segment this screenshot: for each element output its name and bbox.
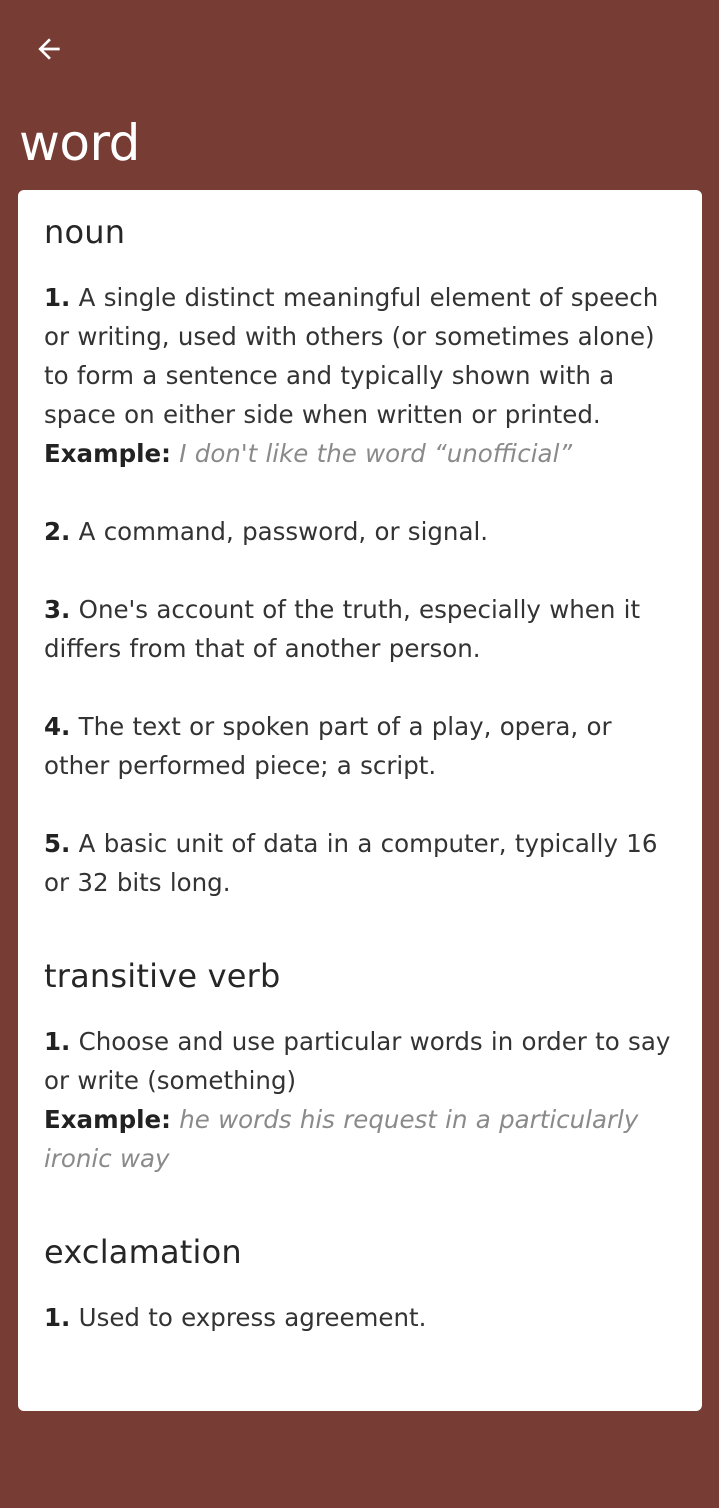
definition-item: 1. A single distinct meaningful element … (44, 278, 676, 473)
example-label: Example: (44, 1105, 171, 1134)
back-button[interactable] (26, 26, 72, 72)
section-exclamation: exclamation 1. Used to express agreement… (44, 1226, 676, 1337)
example-text: I don't like the word “unofficial” (179, 439, 573, 468)
section-transitive-verb: transitive verb 1. Choose and use partic… (44, 950, 676, 1178)
definition-number: 5. (44, 829, 71, 858)
definition-number: 1. (44, 1027, 71, 1056)
section-noun: noun 1. A single distinct meaningful ele… (44, 206, 676, 902)
definition-text: A single distinct meaningful element of … (44, 283, 659, 429)
definition-item: 4. The text or spoken part of a play, op… (44, 707, 676, 785)
definition-number: 1. (44, 283, 71, 312)
definition-item: 2. A command, password, or signal. (44, 512, 676, 551)
arrow-left-icon (38, 38, 60, 60)
definition-number: 2. (44, 517, 71, 546)
definition-text: One's account of the truth, especially w… (44, 595, 641, 663)
definition-list: 1. Used to express agreement. (44, 1298, 676, 1337)
definition-item: 1. Choose and use particular words in or… (44, 1022, 676, 1178)
definitions-card: noun 1. A single distinct meaningful ele… (18, 190, 702, 1411)
definition-text: Used to express agreement. (78, 1303, 427, 1332)
definition-item: 3. One's account of the truth, especiall… (44, 590, 676, 668)
definition-item: 5. A basic unit of data in a computer, t… (44, 824, 676, 902)
definition-list: 1. Choose and use particular words in or… (44, 1022, 676, 1178)
definition-number: 1. (44, 1303, 71, 1332)
definition-text: A command, password, or signal. (78, 517, 489, 546)
part-of-speech-heading: transitive verb (44, 957, 281, 995)
page-title: word (19, 114, 140, 172)
definition-text: A basic unit of data in a computer, typi… (44, 829, 658, 897)
app-bar (0, 0, 719, 100)
definition-text: Choose and use particular words in order… (44, 1027, 671, 1095)
definition-number: 3. (44, 595, 71, 624)
definition-text: The text or spoken part of a play, opera… (44, 712, 612, 780)
definition-item: 1. Used to express agreement. (44, 1298, 676, 1337)
definition-list: 1. A single distinct meaningful element … (44, 278, 676, 902)
example-label: Example: (44, 439, 171, 468)
part-of-speech-heading: noun (44, 213, 126, 251)
definition-number: 4. (44, 712, 71, 741)
part-of-speech-heading: exclamation (44, 1233, 242, 1271)
